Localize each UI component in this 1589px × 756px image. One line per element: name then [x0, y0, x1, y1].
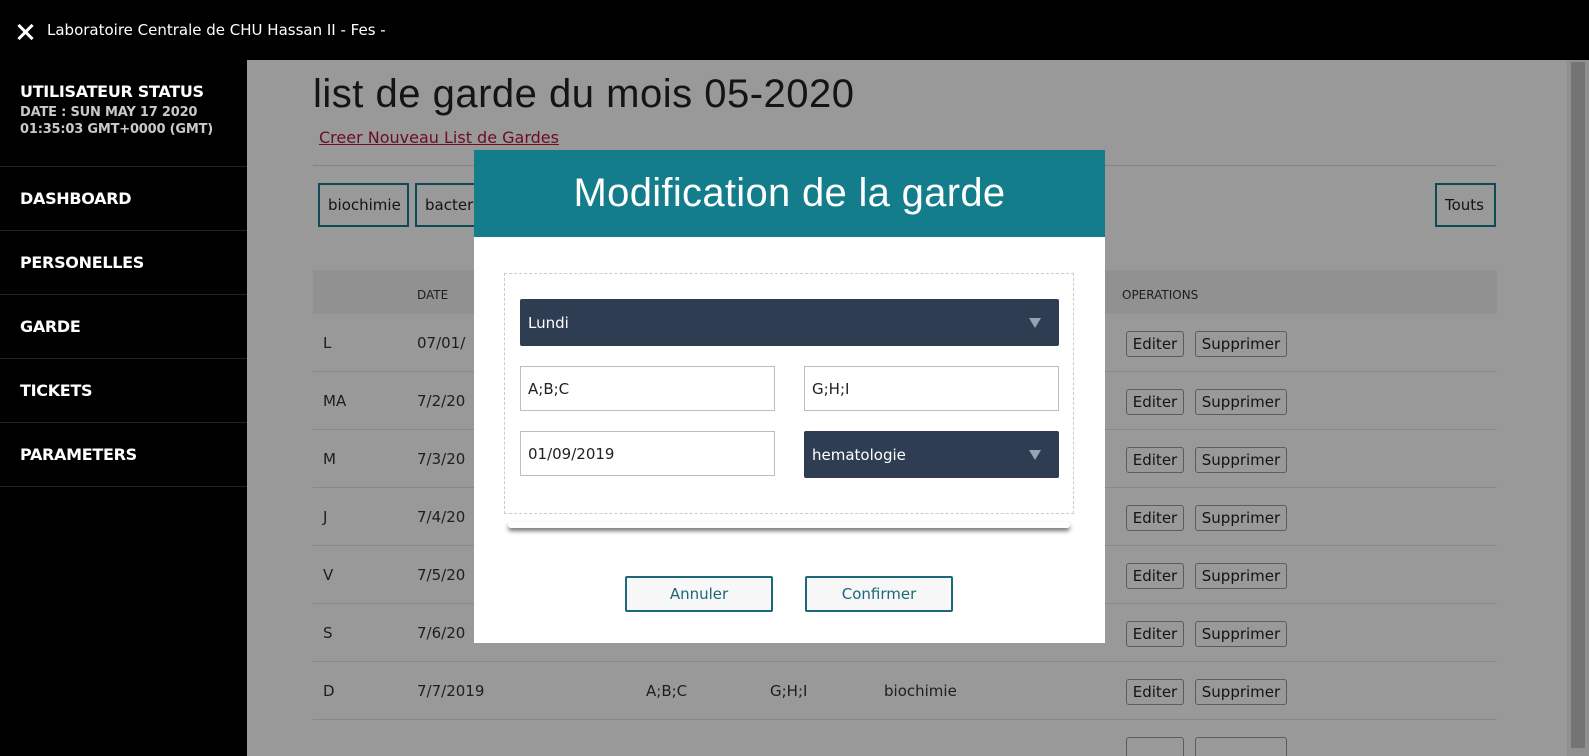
- top-bar: Laboratoire Centrale de CHU Hassan II - …: [0, 0, 1589, 60]
- day-select[interactable]: Lundi: [520, 299, 1059, 346]
- status-time: 01:35:03 GMT+0000 (GMT): [20, 122, 214, 137]
- status-date: DATE : SUN MAY 17 2020: [20, 105, 198, 120]
- close-icon[interactable]: [15, 22, 35, 42]
- confirm-button[interactable]: Confirmer: [805, 576, 953, 612]
- chevron-down-icon: [1029, 318, 1041, 328]
- team2-input[interactable]: G;H;I: [804, 366, 1059, 411]
- sidebar-item-parameters[interactable]: PARAMETERS: [0, 423, 247, 487]
- sidebar-item-garde[interactable]: GARDE: [0, 295, 247, 359]
- modal-header: Modification de la garde: [474, 150, 1105, 237]
- service-select[interactable]: hematologie: [804, 431, 1059, 478]
- cancel-button[interactable]: Annuler: [625, 576, 773, 612]
- service-select-value: hematologie: [812, 445, 906, 464]
- form-container: Lundi A;B;C G;H;I 01/09/2019 hematologie: [504, 273, 1074, 514]
- sidebar-item-tickets[interactable]: TICKETS: [0, 359, 247, 423]
- modal-title: Modification de la garde: [573, 171, 1006, 215]
- app-title: Laboratoire Centrale de CHU Hassan II - …: [47, 21, 386, 39]
- chevron-down-icon: [1029, 450, 1041, 460]
- sidebar-item-personelles[interactable]: PERSONELLES: [0, 231, 247, 295]
- team1-input[interactable]: A;B;C: [520, 366, 775, 411]
- form-shadow-divider: [508, 522, 1070, 528]
- status-title: UTILISATEUR STATUS: [20, 82, 204, 101]
- sidebar-item-dashboard[interactable]: DASHBOARD: [0, 167, 247, 231]
- user-status-block: UTILISATEUR STATUS DATE : SUN MAY 17 202…: [0, 60, 247, 167]
- sidebar: UTILISATEUR STATUS DATE : SUN MAY 17 202…: [0, 60, 247, 756]
- day-select-value: Lundi: [528, 313, 569, 332]
- edit-garde-modal: Modification de la garde Lundi A;B;C G;H…: [474, 150, 1105, 643]
- date-input[interactable]: 01/09/2019: [520, 431, 775, 476]
